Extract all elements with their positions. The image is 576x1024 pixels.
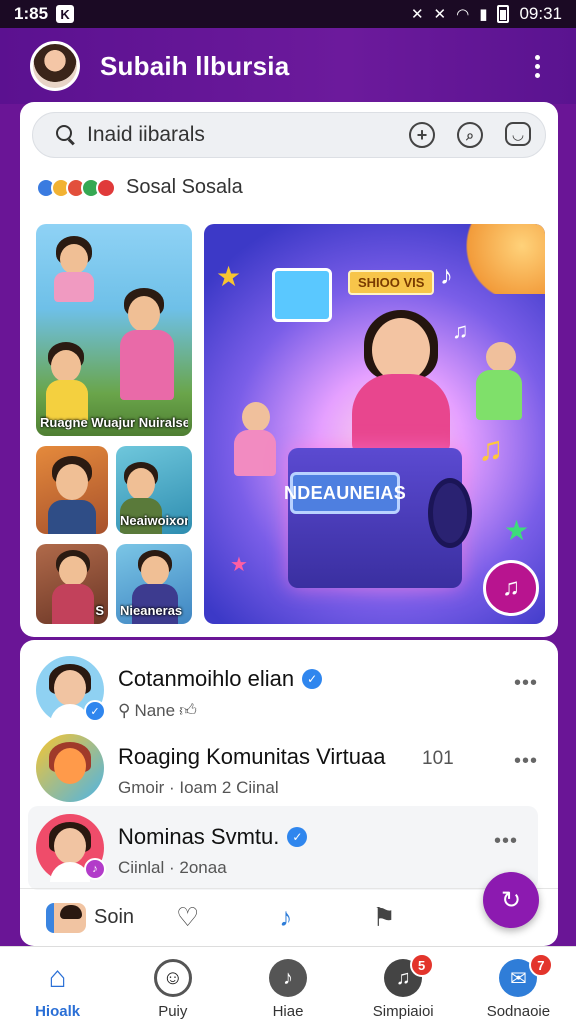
wifi-icon: ◠ bbox=[456, 6, 470, 23]
flag-icon[interactable]: ⚑ bbox=[372, 902, 395, 933]
search-bar[interactable]: Inaid iibarals + ⌕ ◡ bbox=[32, 112, 546, 158]
nav-item-play[interactable]: ☺ Puiy bbox=[115, 947, 230, 1024]
music-box bbox=[288, 448, 472, 588]
show-tag: SHIOO VIS bbox=[348, 270, 435, 295]
feed-item-meta: Gmoir · Ioam 2 Ciinal bbox=[118, 778, 279, 797]
music-disc-icon: ♪ bbox=[269, 959, 307, 997]
nav-item-music[interactable]: ♪ Hiae bbox=[230, 947, 345, 1024]
feed-item-meta: Nane bbox=[134, 700, 176, 720]
thumbnail-caption: S bbox=[95, 603, 104, 618]
avatar: ♪ bbox=[36, 814, 106, 882]
nav-item-notifications[interactable]: ♫ 5 Simpiaioi bbox=[346, 947, 461, 1024]
sun-decoration bbox=[445, 224, 545, 294]
user-thumbnail[interactable] bbox=[46, 902, 86, 933]
feed-item-name: Roaging Komunitas Virtuaa bbox=[118, 744, 386, 769]
search-people-icon: ☺ bbox=[153, 959, 192, 997]
host-figure bbox=[372, 318, 430, 382]
verified-icon: ✓ bbox=[302, 669, 323, 689]
battery-icon bbox=[497, 5, 510, 23]
feed-item-name: Nominas Svmtu. bbox=[118, 824, 280, 849]
search-text: Inaid iibarals bbox=[87, 123, 205, 146]
list-item[interactable]: ✓ Cotanmoihlo elian ✓ ⚲ Nane 👍︎ ••• bbox=[20, 648, 558, 732]
screen-decoration bbox=[272, 268, 332, 322]
list-item[interactable]: ♪ Nominas Svmtu. ✓ Ciinlal · 2onaa ••• bbox=[28, 806, 538, 890]
more-icon[interactable]: ••• bbox=[514, 672, 538, 695]
home-icon: ⌂ bbox=[48, 961, 67, 994]
more-options-icon[interactable] bbox=[529, 49, 546, 84]
status-bar: 1:85 K ✕ ✕ ◠ ▮ 09:31 bbox=[0, 0, 576, 28]
star-icon: ★ bbox=[216, 261, 242, 292]
community-thumbnail[interactable] bbox=[36, 446, 108, 534]
community-thumbnail[interactable]: S bbox=[36, 544, 108, 624]
fab-button[interactable]: ↻ bbox=[483, 872, 539, 928]
bottom-nav: ⌂ Hioalk ☺ Puiy ♪ Hiae ♫ 5 Simpiaioi ✉ 7… bbox=[0, 946, 576, 1024]
status-clock: 09:31 bbox=[519, 4, 562, 23]
feed-item-meta: Ciinlal · 2onaa bbox=[118, 858, 227, 877]
avatar: ✓ bbox=[36, 656, 106, 724]
action-row: Soin ♡ ♪ ⚑ bbox=[20, 888, 558, 946]
message-badge: 7 bbox=[528, 953, 553, 977]
verified-icon: ✓ bbox=[287, 827, 308, 847]
no-sim-icon: ✕ bbox=[433, 6, 447, 23]
mute-icon: ✕ bbox=[410, 6, 424, 23]
thumbs-up-icon: 👍︎ bbox=[179, 701, 197, 720]
music-note-icon: ♫ bbox=[478, 430, 504, 468]
signal-icon: ▮ bbox=[479, 6, 488, 23]
music-note-icon: ♫ bbox=[452, 318, 469, 343]
action-label[interactable]: Soin bbox=[94, 906, 134, 929]
section-label: Sosal Sosala bbox=[126, 176, 243, 198]
section-header: Sosal Sosala bbox=[36, 176, 243, 199]
profile-avatar[interactable] bbox=[30, 41, 80, 91]
list-item[interactable]: Roaging Komunitas Virtuaa 101 Gmoir · Io… bbox=[20, 726, 558, 810]
thumbnail-caption: Ruagne Wuajur Nuiralse bbox=[40, 415, 188, 430]
search-icon bbox=[55, 124, 77, 146]
star-icon: ★ bbox=[504, 515, 530, 546]
feed-card: ✓ Cotanmoihlo elian ✓ ⚲ Nane 👍︎ ••• Roag… bbox=[20, 640, 558, 946]
add-icon[interactable]: + bbox=[409, 122, 435, 148]
community-dots bbox=[36, 177, 116, 198]
community-thumbnail[interactable]: Nieaneras bbox=[116, 544, 192, 624]
chat-icon[interactable]: ◡ bbox=[505, 122, 531, 146]
music-button[interactable]: ♫ bbox=[483, 560, 539, 616]
more-icon[interactable]: ••• bbox=[494, 830, 518, 853]
status-time: 1:85 bbox=[14, 4, 49, 23]
status-icons: ✕ ✕ ◠ ▮ 09:31 bbox=[411, 4, 562, 24]
star-icon: ★ bbox=[230, 554, 248, 576]
community-thumbnail[interactable]: Neaiwoixont bbox=[116, 446, 192, 534]
avatar bbox=[36, 734, 104, 802]
feed-item-count: 101 bbox=[422, 748, 454, 769]
banner-plate: NDEAUNEIAS bbox=[284, 472, 406, 514]
more-icon[interactable]: ••• bbox=[514, 750, 538, 773]
nav-item-home[interactable]: ⌂ Hioalk bbox=[0, 947, 115, 1024]
k-icon: K bbox=[56, 5, 75, 23]
featured-banner[interactable]: SHIOO VIS ★ ★ ★ ♪ ♫ ♫ NDEAUNEIAS ♫ bbox=[204, 224, 545, 624]
link-icon: ⚲ bbox=[118, 700, 131, 720]
feed-item-name: Cotanmoihlo elian bbox=[118, 666, 295, 691]
app-title: Subaih llbursia bbox=[100, 50, 290, 81]
music-note-icon: ♪ bbox=[440, 260, 453, 290]
thumbnail-caption: Nieaneras bbox=[120, 603, 183, 618]
notification-badge: 5 bbox=[409, 953, 434, 977]
thumbnail-caption: Neaiwoixont bbox=[120, 513, 188, 528]
nav-item-messages[interactable]: ✉ 7 Sodnaoie bbox=[461, 947, 576, 1024]
community-thumbnail[interactable]: Ruagne Wuajur Nuiralse bbox=[36, 224, 192, 436]
music-icon[interactable]: ♪ bbox=[279, 902, 292, 933]
discover-card: Inaid iibarals + ⌕ ◡ Sosal Sosala Ruagne… bbox=[20, 102, 558, 637]
search-actions: + ⌕ ◡ bbox=[409, 122, 531, 148]
heart-icon[interactable]: ♡ bbox=[176, 902, 199, 933]
app-header: Subaih llbursia bbox=[0, 28, 576, 104]
search-circle-icon[interactable]: ⌕ bbox=[457, 122, 483, 148]
